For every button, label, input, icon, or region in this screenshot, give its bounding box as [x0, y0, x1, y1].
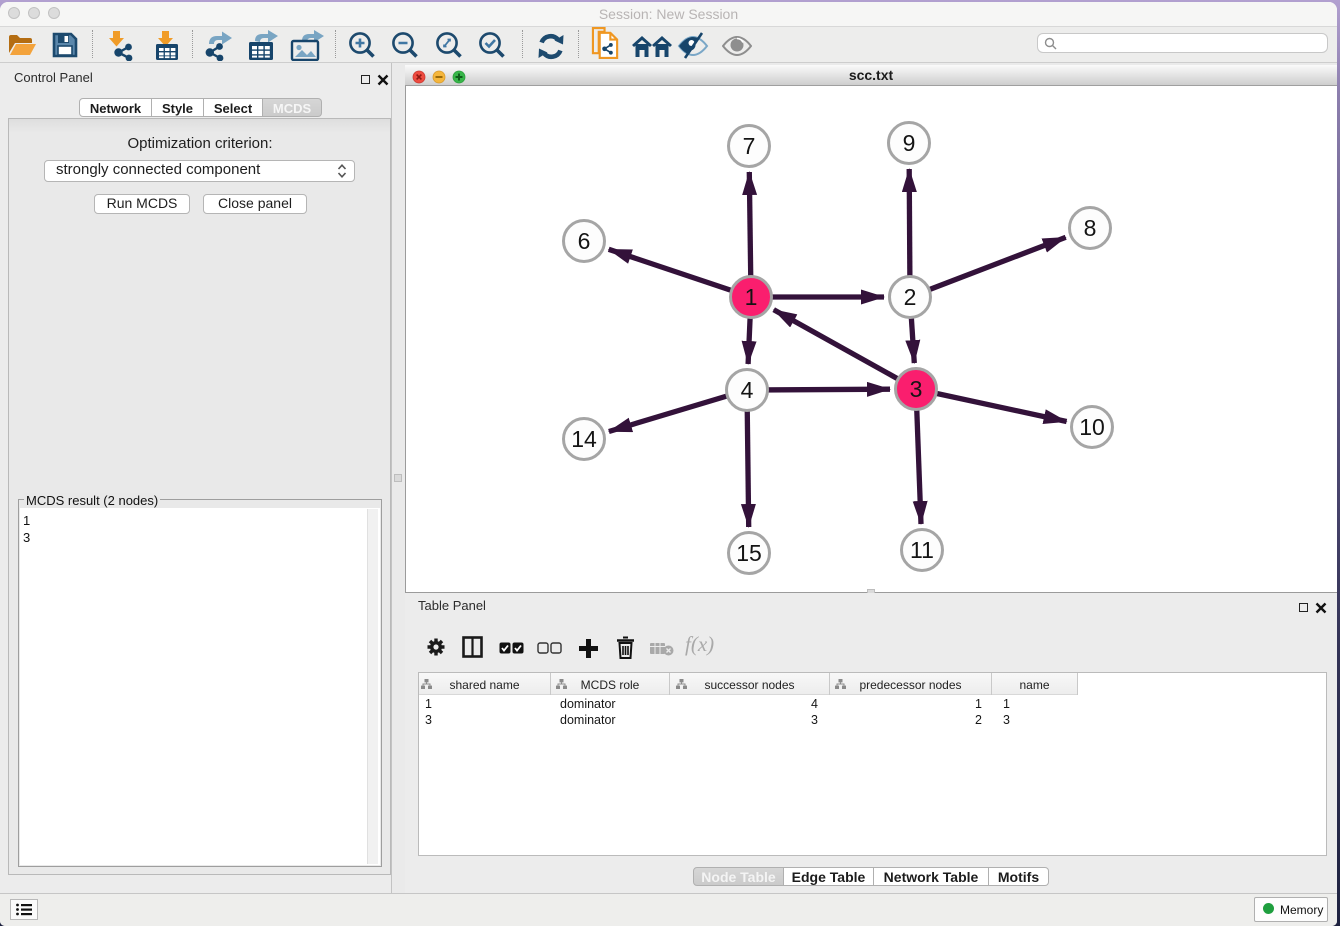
svg-text:1: 1 — [745, 284, 758, 310]
svg-text:2: 2 — [904, 284, 917, 310]
svg-text:8: 8 — [1084, 215, 1097, 241]
svg-text:4: 4 — [741, 377, 754, 403]
svg-text:11: 11 — [910, 537, 934, 563]
svg-text:10: 10 — [1079, 414, 1105, 440]
svg-text:14: 14 — [571, 426, 597, 452]
svg-text:7: 7 — [743, 133, 756, 159]
svg-text:9: 9 — [903, 130, 916, 156]
svg-text:6: 6 — [578, 228, 591, 254]
svg-text:15: 15 — [736, 540, 762, 566]
svg-text:3: 3 — [910, 376, 923, 402]
